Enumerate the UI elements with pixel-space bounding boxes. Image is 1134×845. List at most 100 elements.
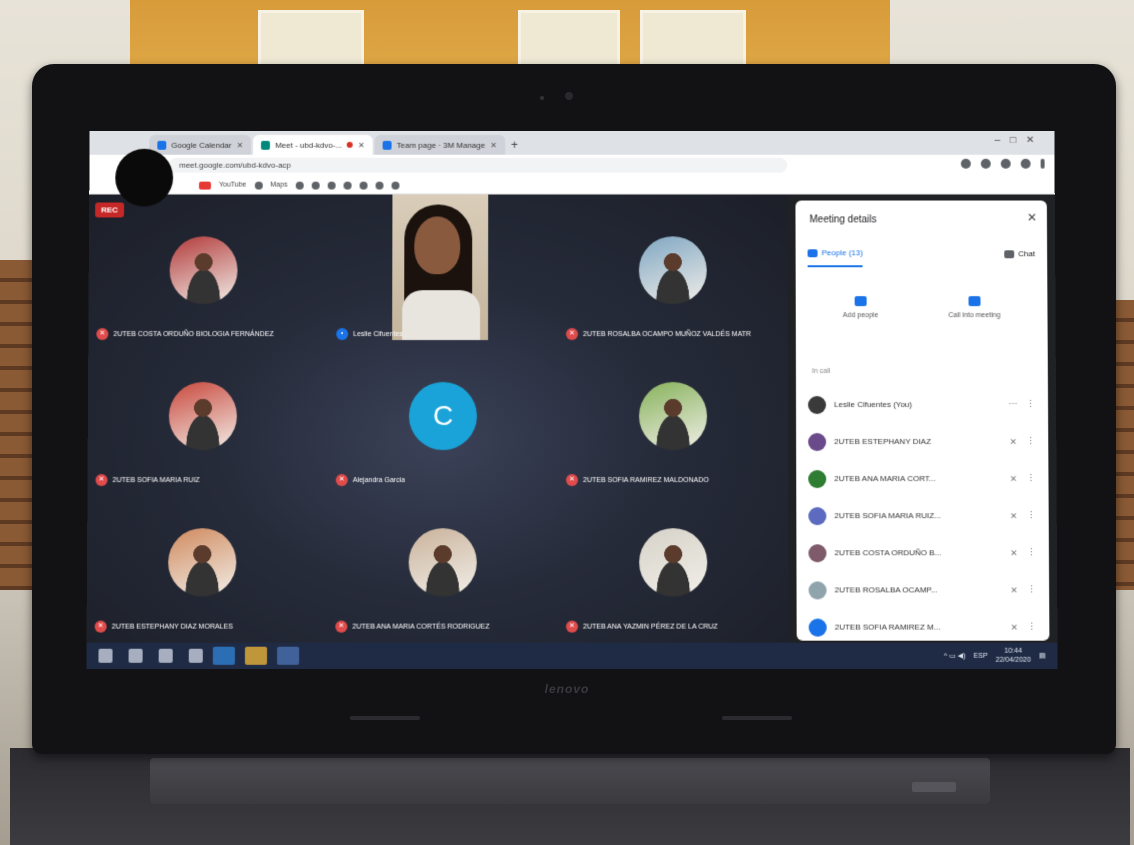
clock-time: 10:44 [1004,647,1023,655]
tray-icons[interactable]: ^ ▭ ◀) [944,652,966,660]
participant-name: 2UTEB ESTEPHANY DIAZ MORALES [111,623,233,631]
participant-name: 2UTEB ANA MARIA CORTÉS RODRIGUEZ [352,623,490,631]
participant-avatar [808,506,827,525]
mic-off-icon: ✕ [94,620,107,633]
participant-letter-avatar: C [408,382,478,451]
participant-tile[interactable]: ✕ 2UTEB COSTA ORDUÑO BIOLOGIA FERNÁNDEZ [88,201,318,347]
meeting-details-panel: Meeting details ✕ People (13) Chat Add p… [795,200,1050,641]
more-options-icon[interactable]: ⋮ [1027,547,1036,558]
bookmark-icon[interactable] [359,181,368,190]
extension-icon[interactable] [980,158,991,169]
participant-tile[interactable]: ✕ 2UTEB ANA MARIA CORTÉS RODRIGUEZ [327,492,558,639]
participant-tile[interactable]: C ✕ Alejandra Garcia [328,346,558,492]
bookmark-icon[interactable] [327,181,336,190]
file-explorer-icon[interactable] [212,646,235,665]
bookmark-icon[interactable] [375,181,384,190]
close-icon[interactable]: ✕ [490,140,497,149]
app-icon[interactable] [277,646,300,665]
system-tray: ^ ▭ ◀) ESP 10:44 22/04/2020 ▤ [944,647,1046,665]
participant-row[interactable]: 2UTEB ANA MARIA CORT... ⨯ ⋮ [808,460,1036,497]
panel-actions: Add people Call into meeting [808,296,1036,319]
mic-off-icon: ✕ [96,328,109,341]
participant-name: 2UTEB SOFIA RAMIREZ MALDONADO [583,476,709,484]
youtube-icon[interactable] [198,181,211,190]
bookmark-icon[interactable] [295,181,304,190]
bookmark-icon[interactable] [343,181,352,190]
participant-tile[interactable]: ✕ 2UTEB SOFIA RAMIREZ MALDONADO [558,346,788,492]
address-bar[interactable]: meet.google.com/ubd-kdvo-acp [169,157,788,173]
maps-icon[interactable] [254,181,263,190]
search-icon[interactable] [128,648,143,663]
tab-people[interactable]: People (13) [807,248,863,268]
participant-tile[interactable]: ✕ 2UTEB ESTEPHANY DIAZ MORALES [87,492,318,639]
clock[interactable]: 10:44 22/04/2020 [996,647,1031,665]
participant-avatar [638,382,708,451]
windows-start-icon[interactable] [98,648,113,663]
more-options-icon[interactable]: ⋮ [1026,473,1035,484]
participant-name: 2UTEB COSTA ORDUÑO BIOLOGIA FERNÁNDEZ [113,330,274,338]
bezel-mark-left [350,716,420,720]
chrome-icon[interactable] [244,646,268,665]
participant-name: Leslie Cifuentes [353,330,403,338]
browser-tab-active[interactable]: Meet - ubd-kdvo-... ✕ [253,134,373,155]
browser-tab[interactable]: Team page · 3M Manage ✕ [374,134,505,155]
participant-avatar [638,236,707,305]
star-icon[interactable] [960,158,971,169]
more-options-icon[interactable]: ⋮ [1027,584,1036,595]
mic-off-icon: ✕ [565,620,579,633]
bookmark-youtube[interactable]: YouTube [219,182,246,189]
add-people-button[interactable]: Add people [843,296,878,319]
profile-avatar-icon[interactable] [1020,158,1031,169]
redacted-avatar [115,148,174,207]
mic-off-icon: ✕ [566,328,578,341]
cortana-icon[interactable] [158,648,173,663]
new-tab-icon[interactable]: + [511,135,518,155]
participant-avatar [168,382,238,451]
tab-label: Google Calendar [171,140,232,150]
participant-row[interactable]: 2UTEB ROSALBA OCAMP... ⨯ ⋮ [808,571,1038,608]
bezel-mark-right [722,716,792,720]
participant-name: 2UTEB ANA YAZMIN PÉREZ DE LA CRUZ [583,623,718,631]
participant-tile[interactable]: ✕ 2UTEB ANA YAZMIN PÉREZ DE LA CRUZ [558,492,789,639]
participant-row[interactable]: Leslie Cifuentes (You) ⋯ ⋮ [807,386,1036,423]
add-people-label: Add people [842,312,879,320]
more-options-icon[interactable]: ⋮ [1027,510,1036,521]
tab-people-label: People (13) [821,248,863,258]
more-options-icon[interactable]: ⋮ [1027,622,1036,633]
language-indicator[interactable]: ESP [974,652,988,659]
participant-tile[interactable]: ✕ 2UTEB ROSALBA OCAMPO MUÑOZ VALDÉS MATR [558,201,788,347]
participant-row[interactable]: 2UTEB COSTA ORDUÑO B... ⨯ ⋮ [808,534,1037,571]
participant-row[interactable]: 2UTEB SOFIA MARIA RUIZ... ⨯ ⋮ [808,497,1036,534]
close-icon[interactable]: ✕ [237,140,244,149]
participant-tile[interactable]: ✕ 2UTEB SOFIA MARIA RUIZ [87,346,318,492]
tab-label: Meet - ubd-kdvo-... [275,140,343,150]
participant-avatar [408,528,477,597]
task-view-icon[interactable] [188,648,203,663]
notifications-icon[interactable]: ▤ [1039,652,1046,660]
more-options-icon[interactable]: ⋮ [1026,436,1035,447]
more-options-icon[interactable]: ⋮ [1026,399,1035,410]
menu-dots-icon[interactable] [1040,158,1045,169]
bookmark-icon[interactable] [391,181,400,190]
mic-off-icon: ✕ [565,474,579,487]
call-into-meeting-button[interactable]: Call into meeting [948,296,1000,319]
participant-name: 2UTEB ESTEPHANY DIAZ [834,437,931,447]
participant-avatar [168,528,237,597]
panel-tabs: People (13) Chat [807,248,1036,268]
participant-row[interactable]: 2UTEB SOFIA RAMIREZ M... ⨯ ⋮ [808,609,1038,646]
participant-row[interactable]: 2UTEB ESTEPHANY DIAZ ⨯ ⋮ [808,423,1036,460]
close-icon[interactable]: ✕ [1027,210,1037,224]
laptop-keyboard-edge [150,758,990,804]
tab-chat[interactable]: Chat [1004,248,1035,267]
browser-tab[interactable]: Google Calendar ✕ [149,134,252,155]
bookmark-icon[interactable] [311,181,320,190]
window-controls[interactable]: –□✕ [995,135,1045,146]
bookmarks-bar: YouTube Maps [89,176,1055,195]
cast-icon[interactable] [1000,158,1011,169]
close-icon[interactable]: ✕ [358,140,365,149]
power-button[interactable] [912,782,956,792]
bookmark-maps[interactable]: Maps [270,182,287,189]
browser-toolbar: meet.google.com/ubd-kdvo-acp [89,154,1055,177]
participant-name: Leslie Cifuentes (You) [834,399,913,409]
laptop-screen: Google Calendar ✕ Meet - ubd-kdvo-... ✕ … [86,130,1058,669]
